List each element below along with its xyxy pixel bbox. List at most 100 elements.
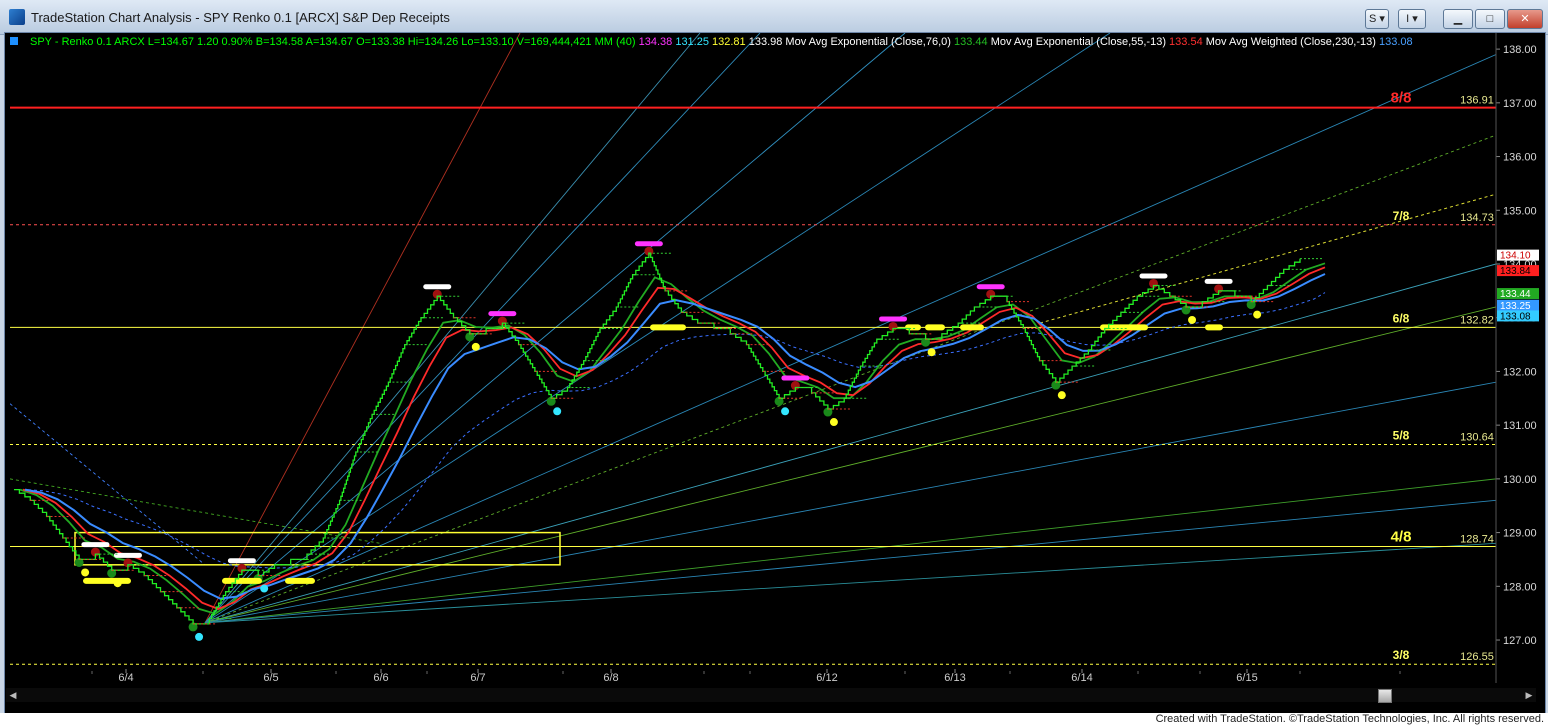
price-tick-label: 138.00 xyxy=(1503,44,1537,56)
price-tag-label: 134.10 xyxy=(1500,251,1531,262)
pivot-band-marker xyxy=(1139,273,1168,279)
pivot-dot-marker xyxy=(81,568,90,577)
pivot-band-marker xyxy=(81,542,110,548)
support-band-marker xyxy=(1100,324,1148,331)
pivot-dot-marker xyxy=(1057,391,1066,400)
murrey-level-value: 134.73 xyxy=(1460,212,1494,224)
price-tag-label: 133.84 xyxy=(1500,266,1531,277)
price-tick-label: 131.00 xyxy=(1503,420,1537,432)
price-tick-label: 137.00 xyxy=(1503,98,1537,110)
header-item: 133.54 xyxy=(1166,36,1203,48)
date-tick-label: 6/5 xyxy=(263,672,278,684)
murrey-level-value: 132.82 xyxy=(1460,314,1494,326)
gann-fan-line xyxy=(204,381,1496,624)
header-item: 131.25 xyxy=(672,36,709,48)
support-band-marker xyxy=(285,577,315,584)
support-band-marker xyxy=(650,324,686,331)
moving-average-line xyxy=(27,292,1326,569)
date-tick-label: 6/13 xyxy=(944,672,965,684)
price-tick-label: 130.00 xyxy=(1503,474,1537,486)
gann-fan-line xyxy=(204,499,1496,624)
pivot-dot-marker xyxy=(553,407,562,416)
footer: Created with TradeStation. ©TradeStation… xyxy=(0,713,1548,727)
pivot-dot-marker xyxy=(195,632,204,641)
header-item: 133.44 xyxy=(951,36,988,48)
pivot-dot-marker xyxy=(781,407,790,416)
header-item: 133.08 xyxy=(1376,36,1413,48)
murrey-level-label: 5/8 xyxy=(1393,428,1410,442)
price-chart[interactable]: 8/8 136.91 7/8 134.73 6/8 132.82 5/8 130.64 4/8 1… xyxy=(0,0,1548,727)
support-band-marker xyxy=(83,577,131,584)
pivot-band-marker xyxy=(634,241,663,247)
murrey-level-label: 3/8 xyxy=(1393,648,1410,662)
header-item: Mov Avg Weighted (Close,230,-13) xyxy=(1203,36,1376,48)
header-item: 133.98 xyxy=(746,36,783,48)
pivot-dot-marker xyxy=(471,342,480,351)
moving-average-line xyxy=(24,273,1326,600)
renko-price-series xyxy=(14,252,1322,625)
header-item: Mov Avg Exponential (Close,76,0) xyxy=(782,36,951,48)
murrey-level-value: 128.74 xyxy=(1460,534,1494,546)
pivot-band-marker xyxy=(781,375,810,381)
murrey-level-value: 136.91 xyxy=(1460,95,1494,107)
gann-fan-line xyxy=(204,134,1496,624)
date-tick-label: 6/14 xyxy=(1071,672,1092,684)
gann-fan-line xyxy=(204,54,1496,624)
moving-average-line xyxy=(19,262,1326,615)
date-tick-label: 6/12 xyxy=(816,672,837,684)
price-tick-label: 128.00 xyxy=(1503,581,1537,593)
copyright-text: Created with TradeStation. ©TradeStation… xyxy=(1155,713,1544,725)
moving-average-line xyxy=(22,266,1326,610)
date-tick-label: 6/8 xyxy=(603,672,618,684)
symbol-header: SPY - Renko 0.1 ARCX L=134.67 1.20 0.90%… xyxy=(30,36,1413,48)
price-tick-label: 135.00 xyxy=(1503,205,1537,217)
moving-averages xyxy=(19,262,1326,615)
support-band-marker xyxy=(925,324,945,331)
murrey-level-label: 8/8 xyxy=(1391,90,1412,107)
consolidation-box xyxy=(74,531,561,566)
trend-line xyxy=(10,403,206,566)
header-item: 132.81 xyxy=(709,36,746,48)
murrey-level-label: 6/8 xyxy=(1393,311,1410,325)
channel-line xyxy=(1039,193,1496,324)
gann-fan-lines xyxy=(10,33,1496,624)
header-item: Mov Avg Exponential (Close,55,-13) xyxy=(988,36,1166,48)
header-item: 134.38 xyxy=(636,36,673,48)
murrey-level-value: 126.55 xyxy=(1460,651,1494,663)
scroll-right-icon[interactable]: ▶ xyxy=(1522,688,1536,702)
pivot-band-marker xyxy=(879,316,908,322)
support-band-marker xyxy=(222,577,262,584)
price-tag-label: 133.25 xyxy=(1500,301,1531,312)
pivot-dot-marker xyxy=(1253,310,1262,319)
scrollbar-thumb[interactable] xyxy=(1378,689,1392,703)
gann-fan-line xyxy=(204,478,1496,624)
murrey-labels: 8/8 136.91 7/8 134.73 6/8 132.82 5/8 130.64 4/8 1… xyxy=(1391,90,1494,664)
pivot-dot-marker xyxy=(927,348,936,357)
price-tag-label: 133.08 xyxy=(1500,311,1531,322)
price-axis: 127.00 128.00 129.00 130.00 131.00 132.00 133.… xyxy=(1495,33,1537,683)
date-tick-label: 6/15 xyxy=(1236,672,1257,684)
gann-fan-line xyxy=(204,33,906,624)
murrey-level-label: 7/8 xyxy=(1393,209,1410,223)
scroll-left-icon[interactable]: ◀ xyxy=(6,688,20,702)
pivot-band-marker xyxy=(113,552,142,558)
last-price-tags: 134.10 133.84 133.44133.25133.08 xyxy=(1497,249,1539,322)
pivot-band-marker xyxy=(227,558,256,564)
price-tag-label: 133.44 xyxy=(1500,289,1531,300)
support-band-marker xyxy=(905,324,921,331)
consolidation-box xyxy=(74,531,561,566)
pivot-band-marker xyxy=(423,284,452,290)
pivot-band-marker xyxy=(1204,278,1233,284)
pivot-dot-marker xyxy=(260,584,269,593)
gann-fan-line xyxy=(204,33,521,624)
horizontal-scrollbar[interactable]: ◀ ▶ xyxy=(6,688,1536,703)
header-item: SPY - Renko 0.1 ARCX L=134.67 1.20 0.90%… xyxy=(30,36,636,48)
gann-fan-line xyxy=(204,306,1496,624)
pivot-dot-marker xyxy=(1188,315,1197,324)
gann-fan-line xyxy=(204,263,1496,624)
price-tick-label: 127.00 xyxy=(1503,635,1537,647)
price-tick-label: 129.00 xyxy=(1503,528,1537,540)
symbol-color-swatch xyxy=(10,37,18,45)
price-tick-label: 132.00 xyxy=(1503,366,1537,378)
murrey-level-label: 4/8 xyxy=(1391,529,1412,546)
